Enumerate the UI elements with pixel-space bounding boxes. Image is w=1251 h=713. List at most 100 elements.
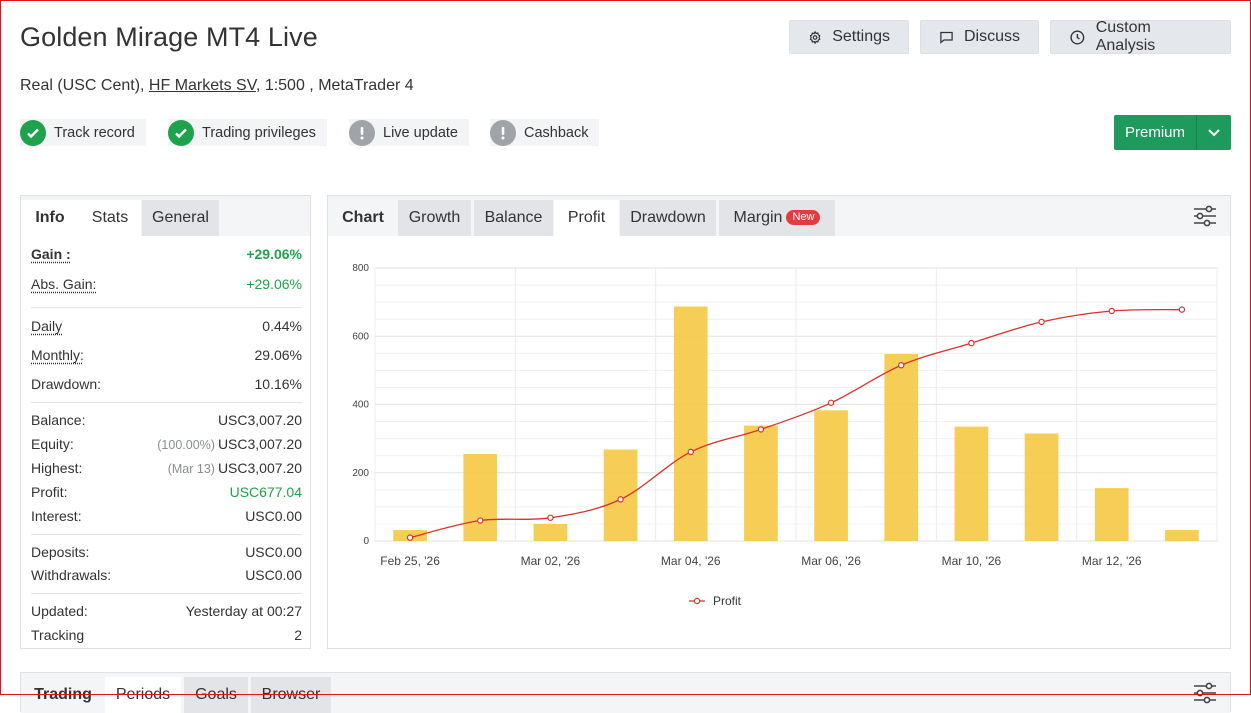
equity-value: USC3,007.20 xyxy=(217,436,302,452)
equity-label: Equity: xyxy=(31,436,74,452)
tracking-label: Tracking xyxy=(31,627,85,643)
line-point[interactable] xyxy=(1108,307,1115,315)
bar[interactable] xyxy=(1094,488,1129,541)
account-subtitle: Real (USC Cent), HF Markets SV, 1:500 , … xyxy=(20,77,414,95)
line-point[interactable] xyxy=(827,399,835,406)
badge-label: Trading privileges xyxy=(202,124,316,141)
y-tick-label: 200 xyxy=(352,468,369,479)
new-badge: New xyxy=(786,210,821,225)
bar[interactable] xyxy=(463,453,498,541)
interest-label: Interest: xyxy=(31,508,82,524)
chart-svg: 0 200 400 600 800 Feb 25, '26 Mar 02, '26 Mar 0… xyxy=(352,263,1218,608)
x-tick-label: Mar 12, '26 xyxy=(1082,554,1142,568)
abs-gain-value: +29.06% xyxy=(246,276,302,292)
daily-label[interactable]: Daily xyxy=(31,318,62,334)
gain-label[interactable]: Gain : xyxy=(31,246,71,262)
check-icon xyxy=(20,119,46,146)
bar[interactable] xyxy=(954,426,989,541)
badge-label: Track record xyxy=(54,124,135,141)
tab-margin[interactable]: Margin New xyxy=(719,200,835,236)
tab-profit[interactable]: Profit xyxy=(554,200,619,236)
exclamation-icon xyxy=(490,119,516,146)
y-tick-label: 400 xyxy=(352,400,369,411)
bar[interactable] xyxy=(744,425,778,541)
legend-label[interactable]: Profit xyxy=(713,594,742,608)
exclamation-icon xyxy=(349,119,375,146)
tab-general[interactable]: General xyxy=(142,200,219,236)
legend-marker xyxy=(693,597,701,605)
badge-cashback[interactable]: Cashback xyxy=(490,119,600,146)
line-point[interactable] xyxy=(1038,318,1045,326)
tab-drawdown[interactable]: Drawdown xyxy=(620,200,716,236)
account-details: , 1:500 , MetaTrader 4 xyxy=(255,77,414,94)
settings-button[interactable]: Settings xyxy=(789,20,909,54)
x-tick-label: Mar 04, '26 xyxy=(661,554,721,568)
profit-chart: 0 200 400 600 800 Feb 25, '26 Mar 02, '26 Mar 0… xyxy=(328,236,1230,648)
sliders-icon[interactable] xyxy=(1192,681,1218,705)
discuss-button[interactable]: Discuss xyxy=(920,20,1039,54)
updated-value: Yesterday at 00:27 xyxy=(185,603,302,619)
trading-tabs: Trading Periods Goals Browser xyxy=(21,673,1230,713)
tab-browser[interactable]: Browser xyxy=(251,677,331,713)
equity-percent: (100.00%) xyxy=(157,438,215,452)
bar[interactable] xyxy=(1165,530,1199,541)
divider xyxy=(31,593,302,594)
bar[interactable] xyxy=(1024,433,1059,541)
monthly-value: 29.06% xyxy=(254,347,302,363)
line-point[interactable] xyxy=(477,517,484,524)
gain-value: +29.06% xyxy=(246,246,302,262)
tab-stats[interactable]: Stats xyxy=(79,200,141,236)
line-point[interactable] xyxy=(406,534,414,541)
badge-trading-privileges[interactable]: Trading privileges xyxy=(168,119,327,146)
deposits-label: Deposits: xyxy=(31,544,90,560)
line-point[interactable] xyxy=(547,514,554,521)
balance-value: USC3,007.20 xyxy=(217,412,302,428)
custom-analysis-button[interactable]: Custom Analysis xyxy=(1050,19,1231,54)
highest-date: (Mar 13) xyxy=(167,462,215,476)
tab-growth[interactable]: Growth xyxy=(398,200,471,236)
tracking-value: 2 xyxy=(294,627,302,643)
line-point[interactable] xyxy=(757,426,765,433)
settings-label: Settings xyxy=(832,28,890,45)
tab-trading[interactable]: Trading xyxy=(21,677,105,713)
bar[interactable] xyxy=(673,306,708,541)
highest-value: USC3,007.20 xyxy=(217,460,302,476)
broker-link[interactable]: HF Markets SV xyxy=(149,77,256,94)
tab-margin-label: Margin xyxy=(733,209,783,226)
line-point[interactable] xyxy=(1178,306,1186,313)
custom-analysis-label: Custom Analysis xyxy=(1095,19,1156,54)
interest-value: USC0.00 xyxy=(245,508,302,524)
badge-track-record[interactable]: Track record xyxy=(20,119,146,146)
tab-goals[interactable]: Goals xyxy=(184,677,248,713)
premium-label: Premium xyxy=(1114,115,1197,150)
y-tick-label: 800 xyxy=(352,263,369,274)
badge-live-update[interactable]: Live update xyxy=(349,119,469,146)
y-tick-label: 0 xyxy=(363,536,369,547)
line-point[interactable] xyxy=(687,448,694,456)
info-panel: Info Stats General Gain : +29.06% Abs. Ga… xyxy=(20,195,311,649)
tab-info[interactable]: Info xyxy=(21,200,79,236)
tab-balance[interactable]: Balance xyxy=(474,200,553,236)
bar[interactable] xyxy=(814,410,848,541)
premium-button[interactable]: Premium xyxy=(1114,115,1231,150)
info-tabs: Info Stats General xyxy=(21,196,310,236)
abs-gain-label[interactable]: Abs. Gain: xyxy=(31,276,96,292)
chevron-down-icon[interactable] xyxy=(1197,128,1231,137)
daily-value: 0.44% xyxy=(262,318,302,334)
line-point[interactable] xyxy=(968,339,975,347)
tab-chart[interactable]: Chart xyxy=(328,200,398,236)
divider xyxy=(31,307,302,308)
check-icon xyxy=(168,119,194,146)
bar[interactable] xyxy=(603,449,638,541)
line-point[interactable] xyxy=(898,362,905,369)
sliders-icon[interactable] xyxy=(1192,204,1218,228)
tab-periods[interactable]: Periods xyxy=(105,677,181,713)
bar[interactable] xyxy=(884,353,919,541)
deposits-value: USC0.00 xyxy=(245,544,302,560)
bar[interactable] xyxy=(533,523,568,541)
badge-label: Cashback xyxy=(524,124,589,141)
x-tick-label: Feb 25, '26 xyxy=(380,554,440,568)
withdrawals-value: USC0.00 xyxy=(245,567,302,583)
line-point[interactable] xyxy=(617,496,624,503)
monthly-label[interactable]: Monthly: xyxy=(31,347,84,363)
